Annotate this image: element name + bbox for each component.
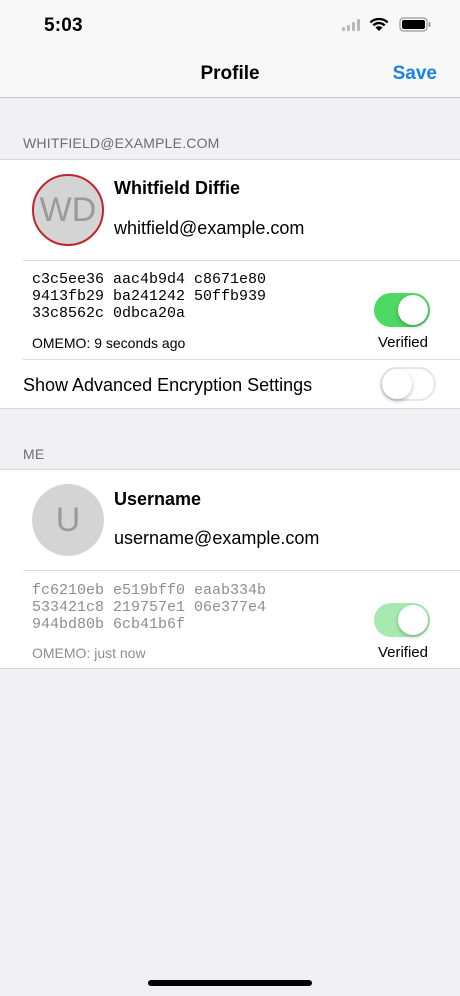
me-omemo-status: OMEMO: just now [32, 645, 146, 661]
contact-avatar: WD [32, 174, 104, 246]
battery-icon [399, 17, 431, 32]
divider [23, 570, 460, 571]
me-section-header: ME [23, 446, 45, 462]
contact-name: Whitfield Diffie [114, 178, 240, 198]
contact-section-header: WHITFIELD@EXAMPLE.COM [23, 135, 220, 151]
status-bar: 5:03 [0, 0, 460, 50]
home-indicator[interactable] [148, 980, 312, 986]
toggle-knob [382, 369, 412, 399]
me-group: U Username username@example.com fc6210eb… [0, 469, 460, 669]
signal-icon [342, 19, 360, 31]
me-avatar: U [32, 484, 104, 556]
page-title: Profile [200, 63, 260, 84]
contact-email: whitfield@example.com [114, 218, 305, 238]
toggle-knob [398, 295, 428, 325]
navigation-bar: Profile Save [0, 50, 460, 98]
contact-verified-label: Verified [377, 334, 428, 351]
toggle-knob [398, 605, 428, 635]
status-time: 5:03 [44, 15, 83, 36]
me-fingerprint: fc6210eb e519bff0 eaab334b 533421c8 2197… [32, 582, 267, 633]
me-verified-label: Verified [377, 644, 428, 661]
advanced-encryption-toggle[interactable] [380, 367, 436, 401]
me-email: username@example.com [114, 528, 320, 548]
contact-verified-toggle[interactable] [374, 293, 430, 327]
contact-fingerprint: c3c5ee36 aac4b9d4 c8671e80 9413fb29 ba24… [32, 271, 267, 322]
status-icons [342, 17, 432, 33]
divider [23, 359, 460, 360]
me-name: Username [114, 489, 202, 509]
contact-omemo-status: OMEMO: 9 seconds ago [32, 335, 186, 351]
wifi-icon [369, 17, 389, 31]
divider [23, 260, 460, 261]
advanced-encryption-label: Show Advanced Encryption Settings [23, 375, 313, 395]
save-button[interactable]: Save [393, 63, 437, 85]
contact-group: WD Whitfield Diffie whitfield@example.co… [0, 159, 460, 409]
me-verified-toggle [374, 603, 430, 637]
